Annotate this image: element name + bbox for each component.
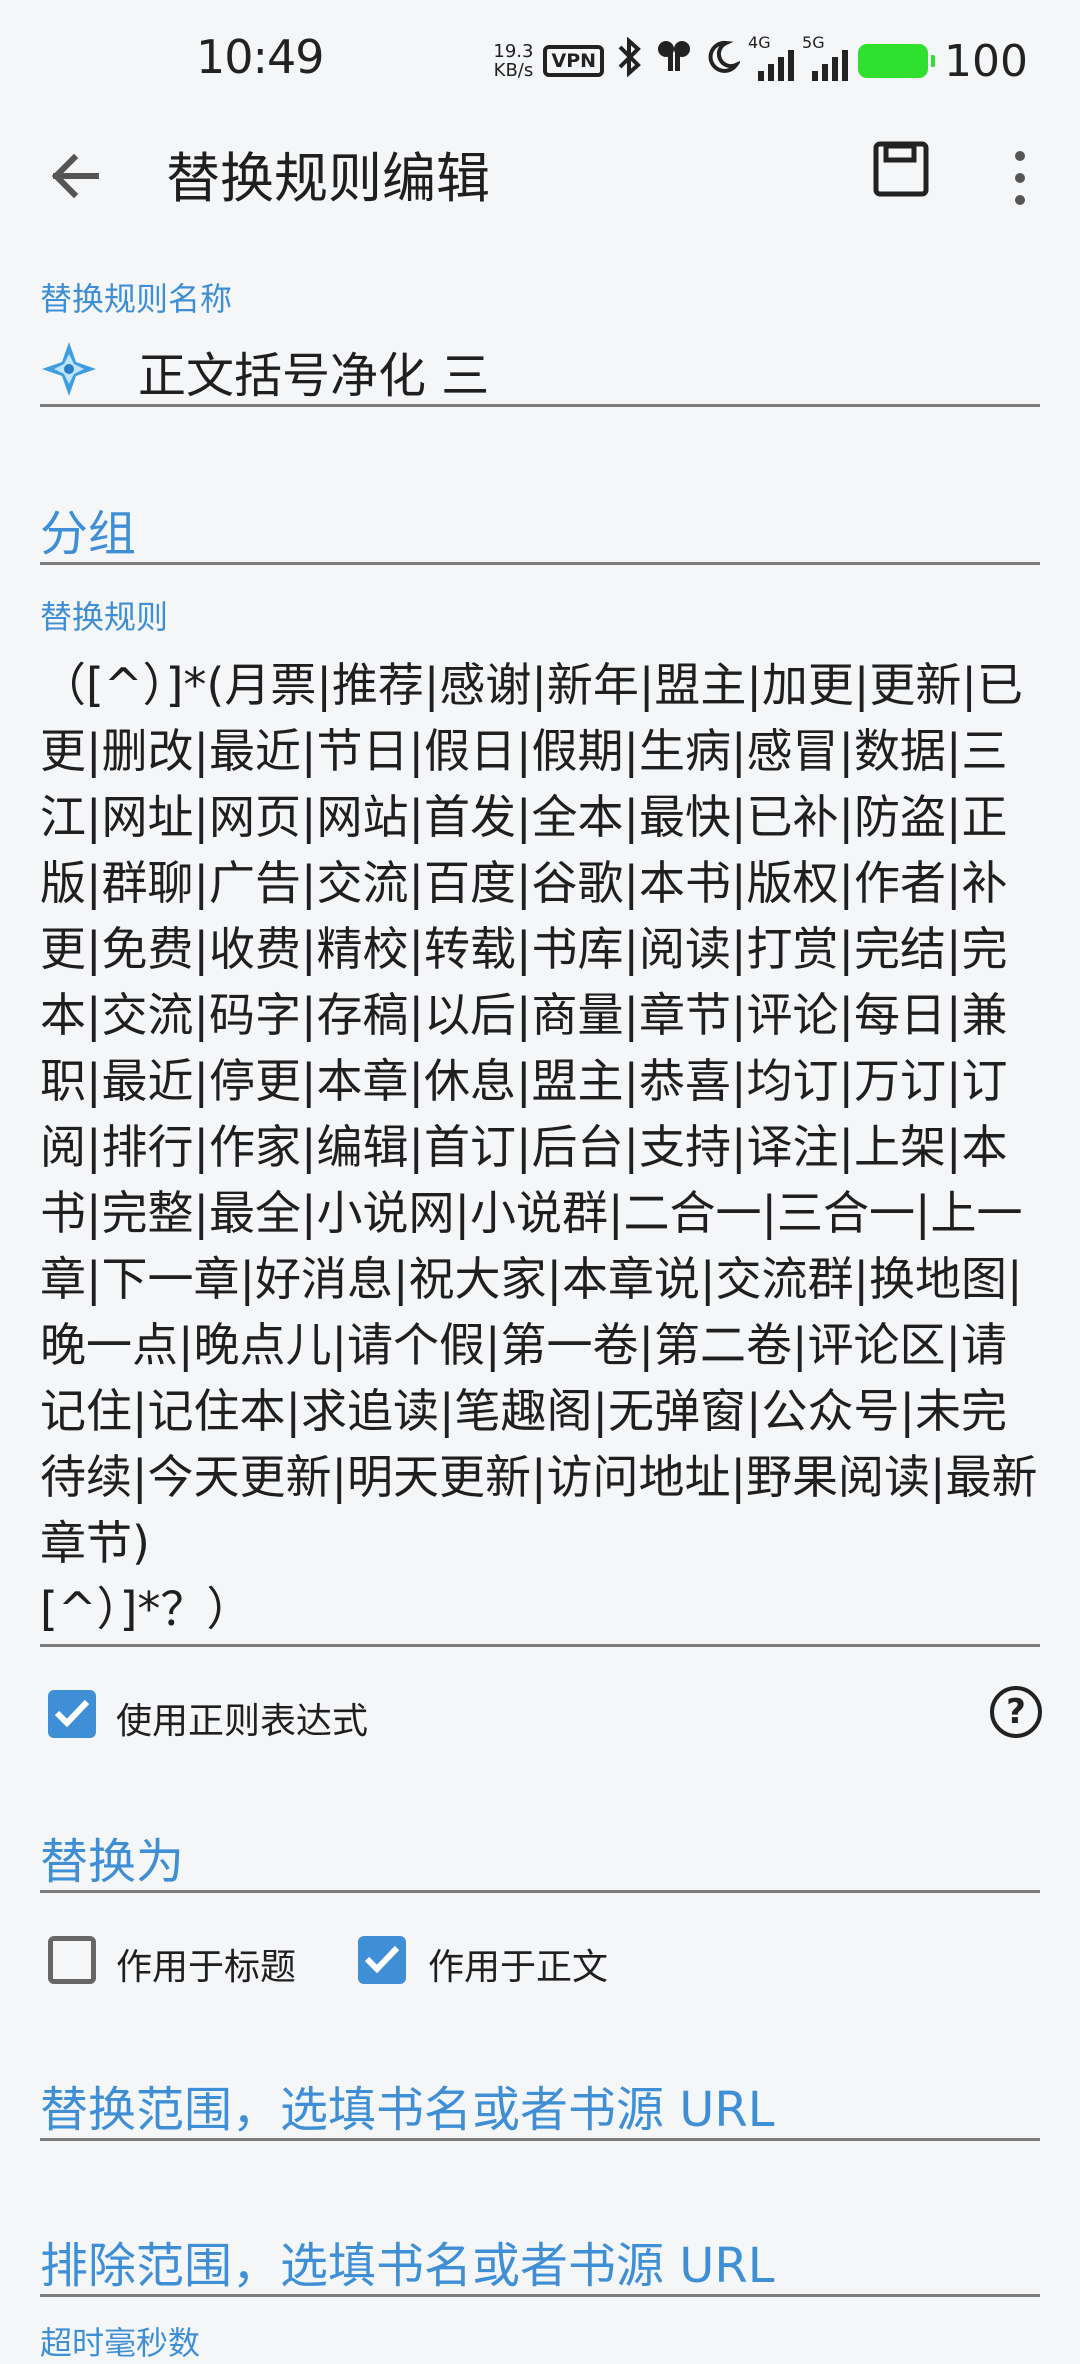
page-title: 替换规则编辑 (166, 147, 490, 210)
exclude-underline (40, 2294, 1040, 2297)
status-bar: 10:49 19.3 KB/s VPN 4G 5G 100 (0, 0, 1080, 120)
save-icon[interactable] (868, 134, 938, 204)
signal-5g-icon: 5G (802, 33, 849, 81)
rule-name-input[interactable]: 正文括号净化 三 (138, 336, 489, 406)
back-arrow-icon[interactable] (36, 136, 116, 216)
network-speed-value: 19.3 (493, 41, 534, 62)
bluetooth-icon (614, 36, 644, 86)
apply-title-checkbox[interactable] (48, 1936, 96, 1984)
rule-pattern-input[interactable]: （[^）]*(月票|推荐|感谢|新年|盟主|加更|更新|已更|删改|最近|节日|… (40, 652, 1050, 1642)
replace-with-underline (40, 1890, 1040, 1893)
scope-input[interactable]: 替换范围，选填书名或者书源 URL (40, 2070, 775, 2140)
exclude-input[interactable]: 排除范围，选填书名或者书源 URL (40, 2226, 775, 2296)
rule-name-underline (40, 404, 1040, 407)
app-toolbar: 替换规则编辑 (0, 110, 1080, 230)
vpn-icon: VPN (543, 45, 605, 77)
status-icons: 19.3 KB/s VPN 4G 5G 100 (493, 33, 1028, 87)
signal-4g-icon: 4G (748, 33, 795, 81)
network-speed: 19.3 KB/s (493, 42, 533, 80)
replace-with-input[interactable]: 替换为 (40, 1822, 184, 1892)
clock: 10:49 (196, 30, 325, 84)
moon-icon (704, 37, 742, 86)
help-icon[interactable]: ? (990, 1686, 1042, 1738)
battery-icon (858, 44, 936, 78)
signal-4g-label: 4G (748, 33, 771, 52)
scope-underline (40, 2138, 1040, 2141)
rule-pattern-underline (40, 1644, 1040, 1647)
earbuds-icon (654, 37, 694, 86)
more-vert-icon[interactable] (990, 134, 1050, 214)
rule-diamond-icon (40, 340, 98, 398)
apply-title-label: 作用于标题 (116, 1947, 297, 1988)
rule-pattern-label: 替换规则 (40, 598, 169, 636)
use-regex-checkbox[interactable] (48, 1690, 96, 1738)
battery-level: 100 (944, 35, 1028, 87)
signal-5g-label: 5G (802, 33, 825, 52)
timeout-label: 超时毫秒数 (40, 2324, 201, 2362)
apply-content-checkbox[interactable] (358, 1936, 406, 1984)
rule-name-label: 替换规则名称 (40, 280, 233, 318)
network-speed-unit: KB/s (493, 60, 534, 81)
use-regex-label: 使用正则表达式 (116, 1701, 369, 1742)
group-underline (40, 562, 1040, 565)
group-input[interactable]: 分组 (40, 494, 136, 564)
apply-content-label: 作用于正文 (428, 1947, 609, 1988)
